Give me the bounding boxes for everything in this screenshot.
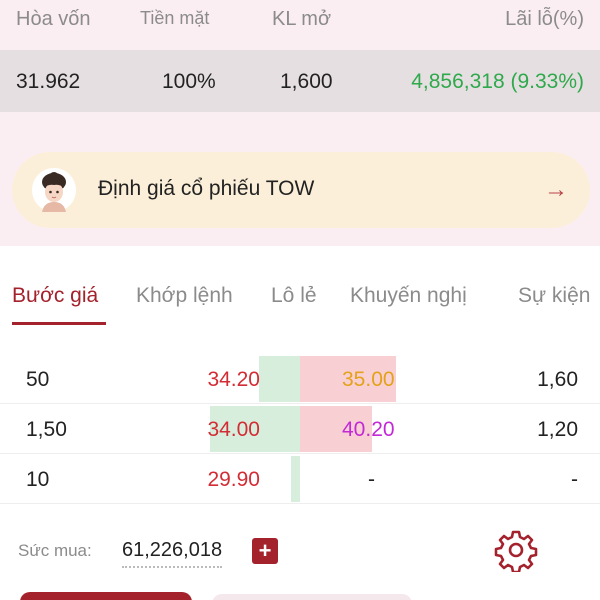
- pnl-header: Lãi lỗ(%): [505, 8, 584, 30]
- order-book-row: 50 34.20 35.00 1,60: [0, 354, 600, 404]
- open-volume-value: 1,600: [280, 70, 333, 93]
- summary-values: 31.962 100% 1,600 4,856,318 (9.33%): [0, 50, 600, 112]
- bid-price[interactable]: 29.90: [207, 468, 260, 492]
- buying-power-label: Sức mua:: [18, 541, 92, 560]
- pnl-value: 4,856,318 (9.33%): [411, 70, 584, 93]
- gear-icon[interactable]: [494, 528, 538, 572]
- open-volume-header: KL mở: [272, 8, 332, 30]
- summary-header: Hòa vốn Tiền mặt KL mở Lãi lỗ(%): [0, 0, 600, 48]
- ask-price[interactable]: 35.00: [342, 368, 395, 392]
- cash-value: 100%: [162, 70, 216, 93]
- bid-depth-bar: [259, 356, 300, 402]
- cash-header: Tiền mặt: [140, 8, 210, 28]
- valuation-banner[interactable]: Định giá cổ phiếu TOW →: [12, 152, 590, 228]
- valuation-banner-text: Định giá cổ phiếu TOW: [98, 177, 315, 200]
- tab-price-step[interactable]: Bước giá: [12, 284, 98, 308]
- bid-price[interactable]: 34.00: [207, 418, 260, 442]
- order-book-row: 1,50 34.00 40.20 1,20: [0, 404, 600, 454]
- buying-power-value: 61,226,018: [122, 539, 223, 568]
- bid-volume: 50: [26, 368, 50, 391]
- tab-recommendations[interactable]: Khuyến nghị: [350, 284, 467, 308]
- tab-matched-orders[interactable]: Khớp lệnh: [136, 284, 233, 308]
- avatar-icon: [32, 168, 76, 212]
- bid-price[interactable]: 34.20: [207, 368, 260, 392]
- ask-price[interactable]: 40.20: [342, 418, 395, 442]
- ask-volume: 1,60: [537, 368, 578, 391]
- tab-odd-lot[interactable]: Lô lẻ: [271, 284, 317, 308]
- ask-price[interactable]: -: [368, 468, 375, 492]
- order-book: 50 34.20 35.00 1,60 1,50 34.00 40.20 1,2…: [0, 354, 600, 504]
- sell-button[interactable]: [212, 594, 412, 600]
- active-tab-indicator: [12, 322, 106, 325]
- breakeven-header: Hòa vốn: [16, 8, 91, 30]
- ask-volume: 1,20: [537, 418, 578, 441]
- breakeven-value: 31.962: [16, 70, 81, 93]
- bid-volume: 10: [26, 468, 50, 491]
- bid-volume: 1,50: [26, 418, 67, 441]
- order-book-row: 10 29.90 - -: [0, 454, 600, 504]
- buy-button[interactable]: [20, 592, 192, 600]
- arrow-right-icon[interactable]: →: [544, 176, 568, 204]
- plus-icon[interactable]: +: [252, 538, 278, 564]
- ask-volume: -: [571, 468, 578, 491]
- tab-events[interactable]: Sự kiện: [518, 284, 590, 308]
- bid-depth-bar: [291, 456, 300, 502]
